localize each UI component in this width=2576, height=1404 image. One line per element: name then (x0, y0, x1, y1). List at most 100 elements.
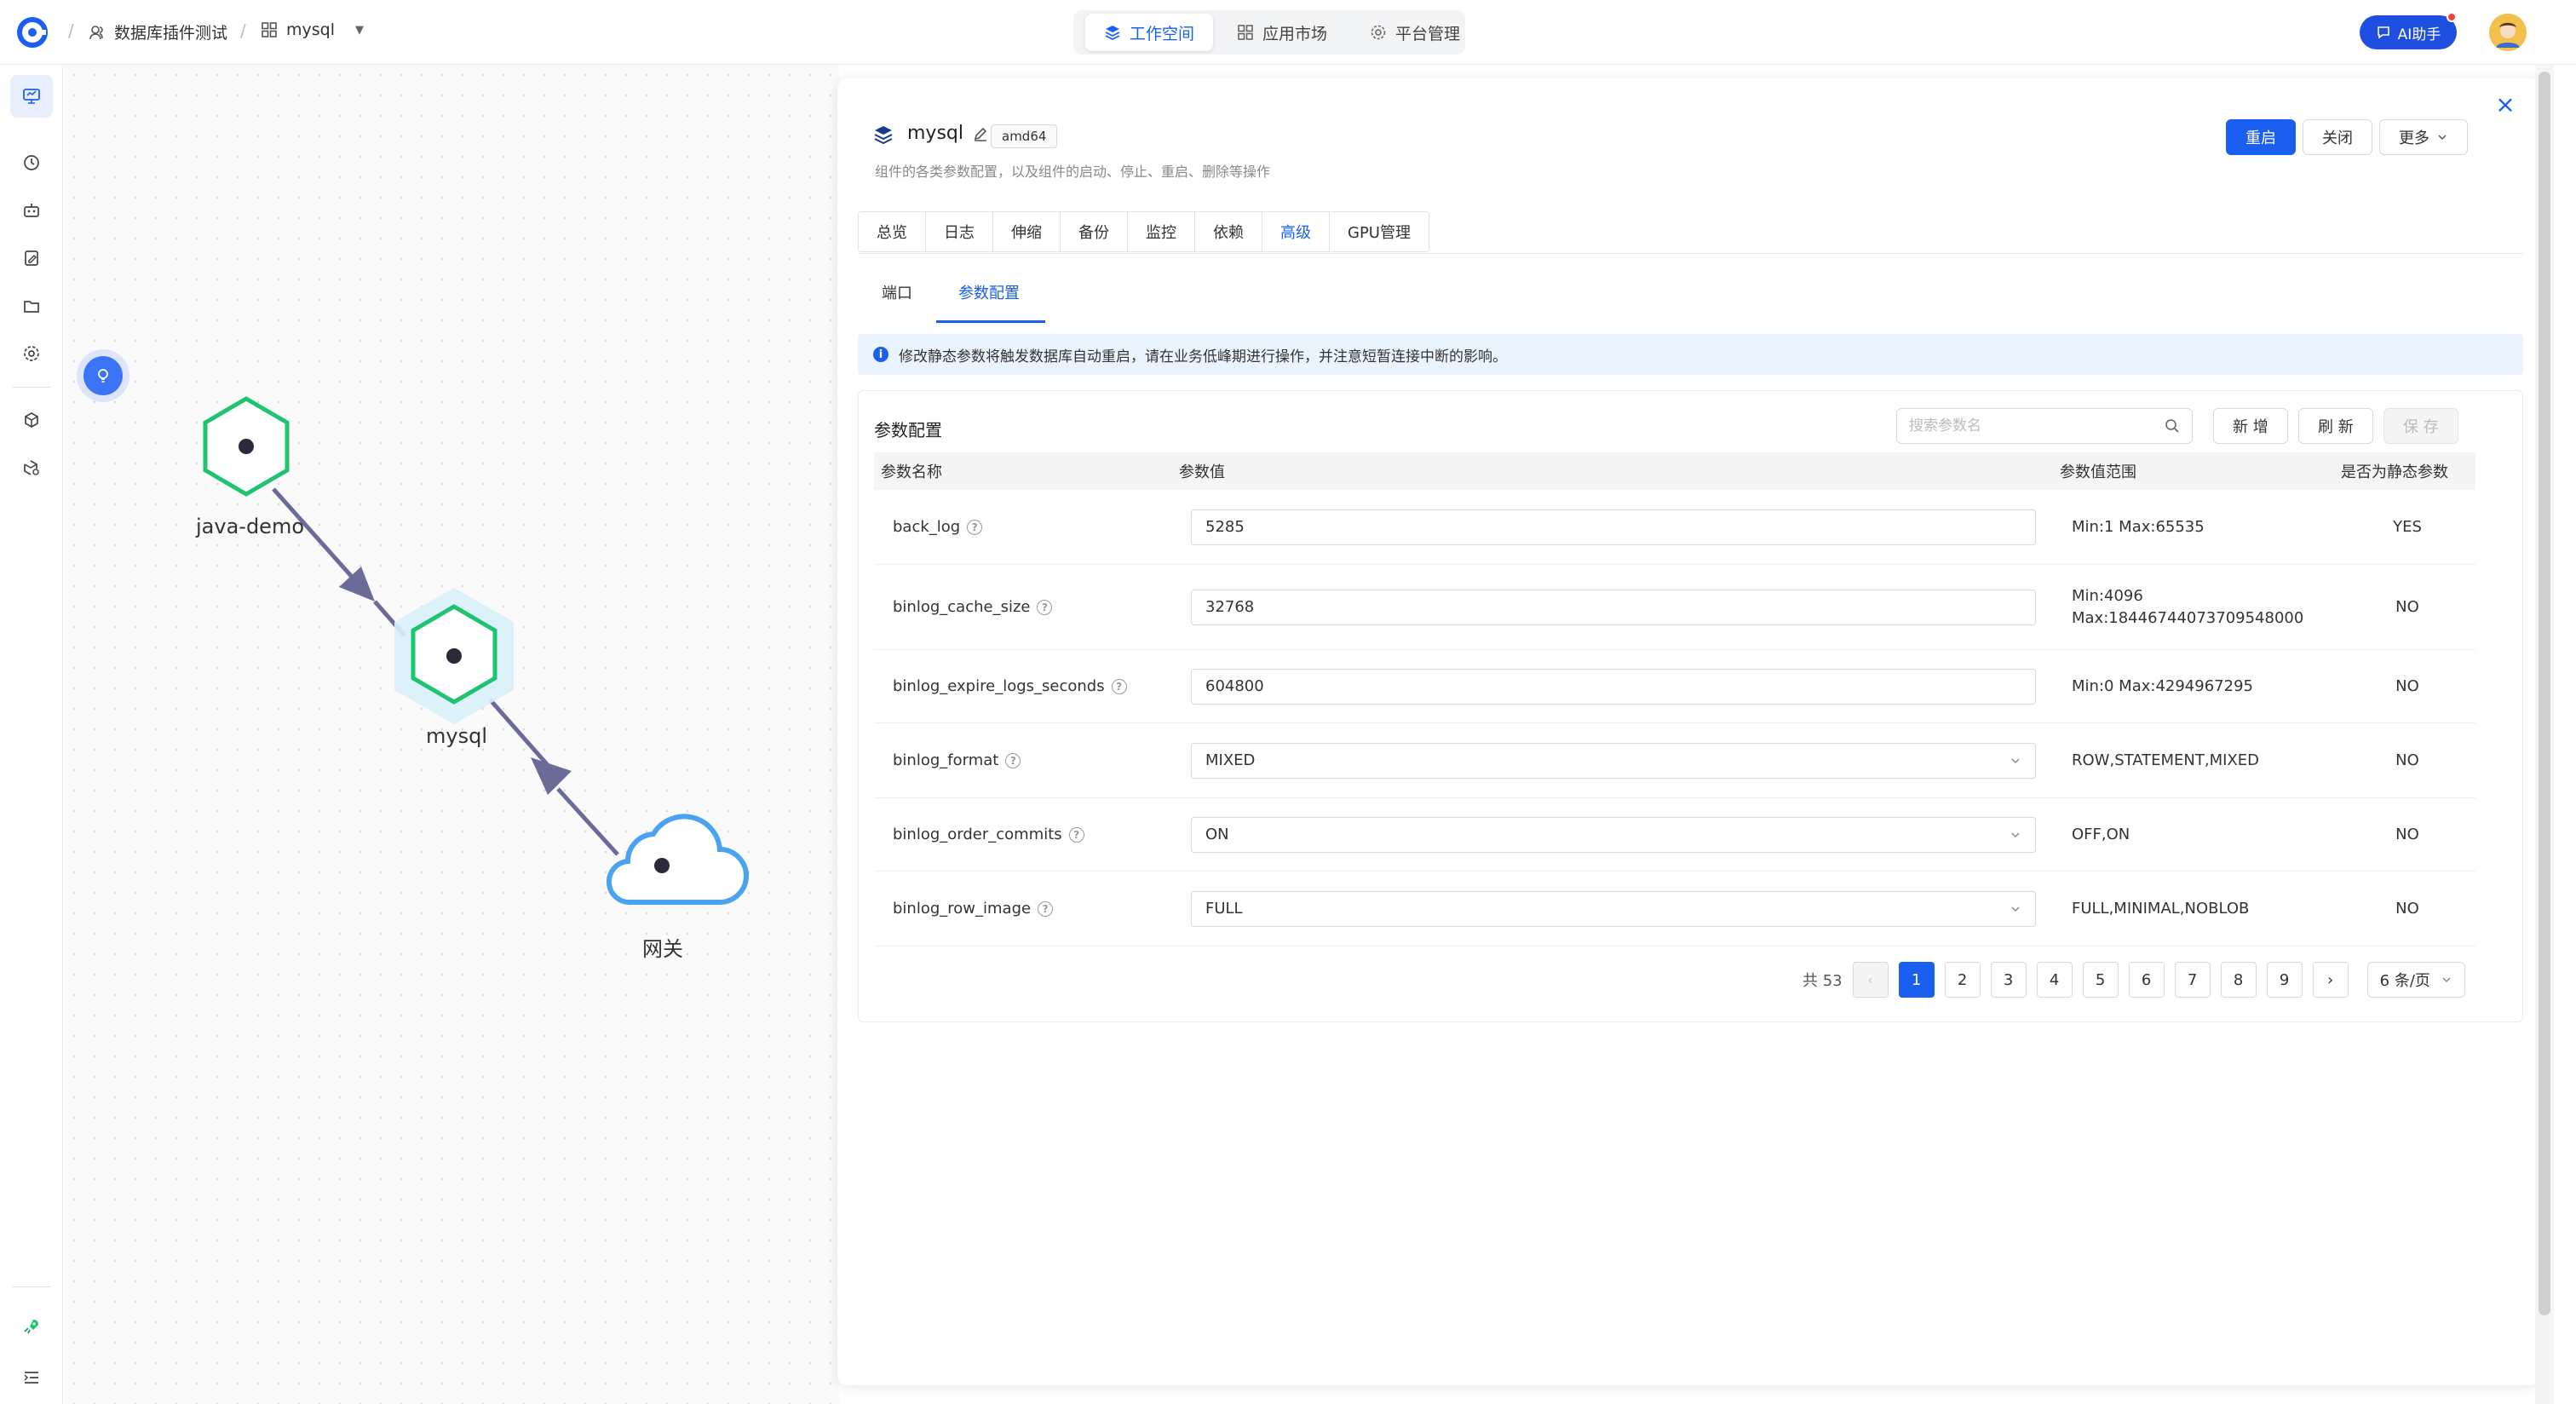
panel-close-icon[interactable]: × (2488, 87, 2522, 121)
edit-pencil-icon[interactable] (972, 125, 989, 142)
save-params-button[interactable]: 保 存 (2383, 408, 2458, 444)
sidebar-collapse-toggle[interactable] (10, 1356, 53, 1399)
breadcrumb-app[interactable]: mysql ▼ (261, 20, 364, 39)
more-actions-button[interactable]: 更多 (2379, 119, 2468, 155)
node-gateway[interactable] (606, 814, 749, 906)
tab-monitoring[interactable]: 监控 (1128, 212, 1195, 251)
page-9-button[interactable]: 9 (2266, 962, 2303, 998)
param-name: binlog_order_commits (893, 826, 1062, 843)
page-size-select[interactable]: 6 条/页 (2366, 962, 2465, 998)
sidebar-item-folder[interactable] (10, 285, 53, 327)
help-icon[interactable]: ? (1037, 599, 1053, 615)
param-name-cell: binlog_cache_size? (893, 598, 1053, 616)
sidebar-item-rocket[interactable] (10, 1305, 53, 1348)
param-value-select[interactable]: ON (1191, 816, 2036, 853)
edge-java-demo-to-mysql[interactable] (272, 487, 406, 637)
caret-down-icon[interactable]: ▼ (355, 24, 364, 37)
param-value: 32768 (1205, 598, 1255, 616)
page-scrollbar-thumb[interactable] (2539, 72, 2550, 1315)
table-row: binlog_order_commits? ON OFF,ON NO (874, 798, 2475, 872)
sidebar-item-history[interactable] (10, 141, 53, 184)
pagination-total: 共 53 (1803, 972, 1843, 990)
tab-scaling[interactable]: 伸缩 (993, 212, 1061, 251)
table-row: binlog_format? MIXED ROW,STATEMENT,MIXED… (874, 723, 2475, 798)
page-3-button[interactable]: 3 (1990, 962, 2027, 998)
component-tabs: 总览 日志 伸缩 备份 监控 依赖 高级 GPU管理 (858, 211, 1429, 252)
sidebar-item-package[interactable] (10, 399, 53, 441)
prev-page-button[interactable]: ‹ (1852, 962, 1889, 998)
tab-logs[interactable]: 日志 (926, 212, 993, 251)
param-value-input[interactable]: 32768 (1191, 589, 2036, 625)
subtab-ports[interactable]: 端口 (882, 281, 912, 303)
param-range-min: Min:4096 (2072, 586, 2143, 605)
param-value-input[interactable]: 5285 (1191, 509, 2036, 545)
component-name: mysql (907, 123, 963, 144)
param-value-select[interactable]: MIXED (1191, 742, 2036, 779)
nav-app-market[interactable]: 应用市场 (1218, 14, 1346, 51)
param-value: MIXED (1205, 751, 1256, 769)
subtab-active-indicator (936, 320, 1045, 323)
component-detail-panel: × mysql amd64 组件的各类参数配置，以及组件的启动、停止、重启、删除… (837, 78, 2541, 1385)
param-search-box[interactable] (1896, 408, 2193, 444)
tab-advanced[interactable]: 高级 (1262, 212, 1330, 251)
subtab-param-config[interactable]: 参数配置 (958, 281, 1020, 303)
node-java-demo[interactable] (203, 396, 290, 497)
param-name: binlog_format (893, 751, 999, 769)
close-component-button[interactable]: 关闭 (2303, 119, 2372, 155)
param-value-select[interactable]: FULL (1191, 890, 2036, 927)
param-name: binlog_expire_logs_seconds (893, 677, 1105, 695)
help-icon[interactable]: ? (1005, 752, 1021, 768)
page-2-button[interactable]: 2 (1944, 962, 1981, 998)
chevron-down-icon (2011, 831, 2020, 837)
page-7-button[interactable]: 7 (2174, 962, 2211, 998)
nav-platform-admin[interactable]: 平台管理 (1351, 14, 1479, 51)
component-stack-icon (874, 126, 893, 145)
tab-overview[interactable]: 总览 (859, 212, 926, 251)
help-icon[interactable]: ? (1038, 901, 1054, 917)
sidebar-item-robot[interactable] (10, 189, 53, 232)
page-size-label: 6 条/页 (2379, 972, 2430, 990)
param-range-max: Max:18446744073709548000 (2072, 608, 2304, 627)
nav-workspace[interactable]: 工作空间 (1085, 14, 1214, 51)
sidebar-item-settings[interactable] (10, 332, 53, 375)
page-1-button[interactable]: 1 (1898, 962, 1935, 998)
search-icon[interactable] (2165, 418, 2180, 434)
help-icon[interactable]: ? (1111, 678, 1127, 694)
sidebar-item-monitor[interactable] (10, 75, 53, 118)
tab-dependencies[interactable]: 依赖 (1195, 212, 1262, 251)
param-search-input[interactable] (1909, 417, 2156, 434)
help-icon[interactable]: ? (1068, 826, 1084, 843)
left-sidebar (0, 65, 63, 1404)
help-icon[interactable]: ? (967, 519, 983, 535)
breadcrumb-team[interactable]: 数据库插件测试 (89, 20, 227, 43)
refresh-params-button[interactable]: 刷 新 (2298, 408, 2373, 444)
app-logo-icon[interactable] (15, 15, 49, 49)
tab-backup[interactable]: 备份 (1061, 212, 1128, 251)
add-param-button[interactable]: 新 增 (2213, 408, 2288, 444)
restart-button[interactable]: 重启 (2226, 119, 2296, 155)
param-value-input[interactable]: 604800 (1191, 668, 2036, 705)
next-page-button[interactable]: › (2312, 962, 2349, 998)
table-row: binlog_row_image? FULL FULL,MINIMAL,NOBL… (874, 872, 2475, 947)
page-8-button[interactable]: 8 (2220, 962, 2257, 998)
tab-gpu[interactable]: GPU管理 (1330, 212, 1429, 251)
page-5-button[interactable]: 5 (2082, 962, 2119, 998)
param-value: 5285 (1205, 518, 1245, 536)
avatar-face-icon (2489, 14, 2527, 51)
page-4-button[interactable]: 4 (2036, 962, 2073, 998)
package-gear-icon (24, 460, 39, 475)
param-config-card: 参数配置 新 增 刷 新 保 存 参数名称 参数值 参数值范围 是否为静态参数 … (858, 390, 2523, 1022)
param-static-flag: NO (2395, 598, 2419, 616)
sidebar-item-package-settings[interactable] (10, 446, 53, 489)
chevron-down-icon (2438, 135, 2447, 141)
param-name-cell: binlog_expire_logs_seconds? (893, 677, 1127, 695)
main-nav: 工作空间 应用市场 平台管理 (1085, 14, 1479, 51)
tab-divider (858, 253, 2523, 254)
ai-assistant-button[interactable]: AI助手 (2360, 15, 2457, 49)
sidebar-item-docs[interactable] (10, 237, 53, 279)
page-6-button[interactable]: 6 (2128, 962, 2165, 998)
user-avatar[interactable] (2489, 14, 2527, 51)
param-name-cell: binlog_order_commits? (893, 826, 1084, 843)
edge-gateway-to-mysql[interactable] (488, 698, 619, 856)
param-config-title: 参数配置 (874, 420, 942, 440)
